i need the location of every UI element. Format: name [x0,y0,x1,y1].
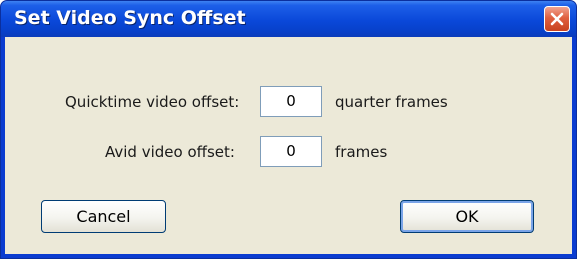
close-icon [550,12,564,26]
quicktime-offset-unit: quarter frames [335,93,448,111]
close-button[interactable] [544,6,570,32]
quicktime-offset-input[interactable]: 0 [260,86,322,117]
dialog-title: Set Video Sync Offset [14,7,246,29]
avid-offset-input[interactable]: 0 [260,136,322,167]
dialog-body: Quicktime video offset: 0 quarter frames… [5,37,572,254]
quicktime-offset-label: Quicktime video offset: [65,93,240,111]
cancel-button[interactable]: Cancel [41,200,166,233]
ok-button[interactable]: OK [400,200,534,233]
title-bar[interactable]: Set Video Sync Offset [1,1,576,37]
dialog-window: Set Video Sync Offset Quicktime video of… [0,0,577,259]
avid-offset-label: Avid video offset: [105,143,235,161]
avid-offset-unit: frames [335,143,388,161]
